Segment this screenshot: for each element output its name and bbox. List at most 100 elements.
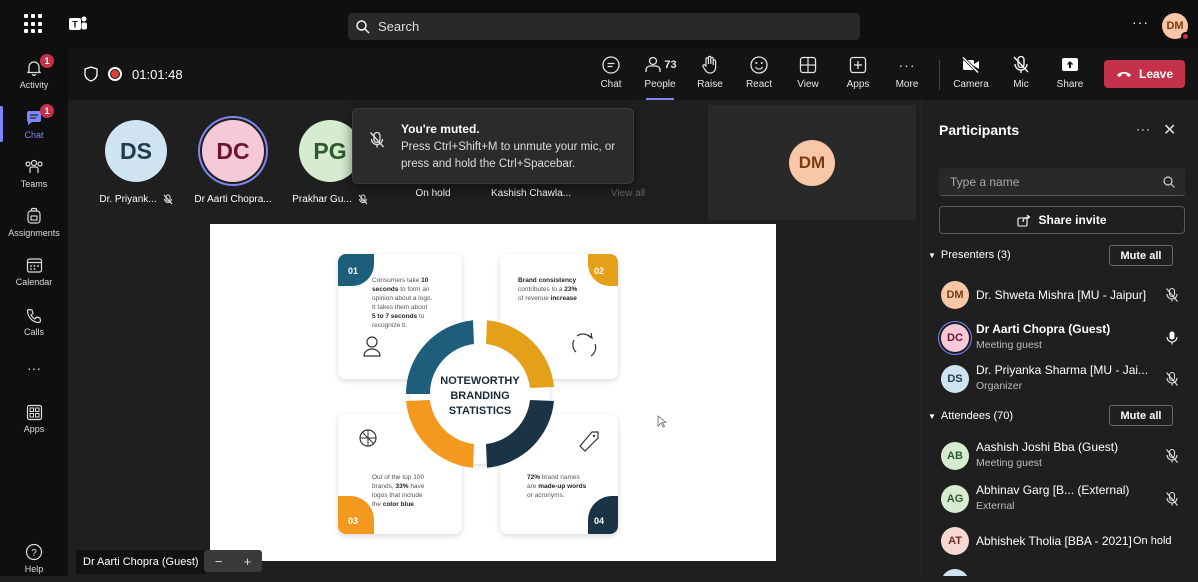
view-button[interactable]: View — [786, 54, 830, 96]
participant-row[interactable] — [939, 563, 1198, 576]
rail-activity[interactable]: Activity 1 — [0, 50, 68, 98]
mic-off-icon — [369, 131, 385, 148]
tool-label: People — [644, 79, 676, 90]
app-rail: Activity 1 Chat 1 Teams Assignments Cale… — [0, 48, 68, 576]
zoom-in-button[interactable]: + — [244, 554, 252, 569]
help-icon: ? — [25, 543, 43, 560]
participant-name: Dr. Shweta Mishra [MU - Jaipur] — [976, 288, 1147, 302]
rail-teams[interactable]: Teams — [0, 149, 68, 197]
participant-name: Dr Aarti Chopra (Guest) — [976, 322, 1111, 336]
camera-button[interactable]: Camera — [949, 54, 993, 96]
people-button[interactable]: 73 People — [638, 54, 682, 100]
participant-name: Abhinav Garg [B... (External) — [976, 483, 1130, 497]
avatar: DC — [941, 324, 969, 352]
people-icon — [645, 56, 662, 72]
react-button[interactable]: React — [737, 54, 781, 96]
share-button[interactable]: Share — [1048, 54, 1092, 96]
participant-row[interactable]: AG Abhinav Garg [B... (External) Externa… — [939, 479, 1198, 519]
close-icon[interactable]: ✕ — [1163, 120, 1176, 140]
participant-tile[interactable]: On hold — [385, 188, 481, 199]
rail-calls[interactable]: Calls — [0, 298, 68, 346]
app-launcher-icon[interactable] — [24, 14, 44, 34]
more-options-icon[interactable]: ··· — [1132, 14, 1149, 30]
title-bar: T Search ··· DM — [0, 0, 1198, 48]
share-invite-button[interactable]: Share invite — [939, 206, 1185, 234]
layout-icon — [799, 56, 817, 74]
view-all-button[interactable]: View all — [584, 188, 672, 199]
avatar — [941, 569, 969, 576]
teams-logo-icon: T — [69, 16, 87, 30]
participant-search-input[interactable]: Type a name — [939, 168, 1185, 196]
search-placeholder: Type a name — [950, 174, 1020, 189]
avatar: DS — [941, 365, 969, 393]
zoom-out-button[interactable]: − — [215, 554, 223, 569]
participant-row[interactable]: DC Dr Aarti Chopra (Guest) Meeting guest — [939, 318, 1198, 358]
search-icon — [1163, 176, 1175, 188]
rail-chat[interactable]: Chat 1 — [0, 100, 68, 148]
infographic-slide: 01 02 03 04 NOTEWORTHY BRANDING STATISTI… — [338, 254, 668, 534]
more-button[interactable]: ··· More — [885, 54, 929, 96]
avatar: AT — [941, 527, 969, 555]
participant-tile-active[interactable]: DC Dr Aarti Chopra... — [185, 120, 281, 205]
mic-muted-icon — [1166, 371, 1178, 386]
presenter-name-label: Dr Aarti Chopra (Guest) — [76, 550, 206, 574]
mic-button[interactable]: Mic — [999, 54, 1043, 96]
mute-all-attendees-button[interactable]: Mute all — [1109, 405, 1173, 426]
self-video-tile[interactable]: DM — [708, 105, 916, 220]
mic-on-icon — [1166, 331, 1178, 345]
raise-hand-button[interactable]: Raise — [688, 54, 732, 96]
mic-muted-icon — [1166, 287, 1178, 302]
profile-avatar[interactable]: DM — [1162, 13, 1190, 41]
tool-label: Mic — [1013, 79, 1029, 90]
rail-apps[interactable]: Apps — [0, 395, 68, 443]
tool-label: Camera — [953, 79, 989, 90]
chat-button[interactable]: Chat — [589, 54, 633, 96]
rail-assignments[interactable]: Assignments — [0, 198, 68, 246]
tool-label: Apps — [846, 79, 870, 90]
tool-label: Raise — [697, 79, 723, 90]
mic-muted-icon — [163, 194, 173, 205]
profile-initials: DM — [1166, 20, 1184, 32]
search-bar[interactable]: Search — [348, 13, 860, 40]
presenters-section-header[interactable]: ▼ Presenters (3) — [928, 249, 1011, 261]
participant-row[interactable]: AT Abhishek Tholia [BBA - 2021] On hold — [939, 521, 1198, 561]
tool-label: View — [797, 79, 819, 90]
rail-more[interactable]: ··· — [0, 344, 68, 392]
avatar: DM — [941, 281, 969, 309]
shared-screen: 01 02 03 04 NOTEWORTHY BRANDING STATISTI… — [210, 224, 776, 561]
participant-name: Dr. Priyank... — [99, 194, 157, 205]
shield-icon[interactable] — [84, 66, 98, 82]
card-2-number: 02 — [594, 266, 604, 276]
avatar: DS — [105, 120, 167, 182]
panel-more-icon[interactable]: ··· — [1136, 122, 1151, 136]
backpack-icon — [27, 207, 41, 224]
apps-button[interactable]: Apps — [836, 54, 880, 96]
calendar-icon — [26, 258, 42, 273]
participant-tile[interactable]: Kashish Chawla... — [476, 188, 586, 199]
participant-name: On hold — [415, 188, 451, 199]
panel-title: Participants — [939, 122, 1020, 138]
svg-text:T: T — [72, 20, 78, 30]
participant-row[interactable]: AB Aashish Joshi Bba (Guest) Meeting gue… — [939, 436, 1198, 476]
participant-row[interactable]: DM Dr. Shweta Mishra [MU - Jaipur] — [939, 275, 1198, 315]
attendees-section-header[interactable]: ▼ Attendees (70) — [928, 410, 1013, 422]
svg-text:?: ? — [31, 548, 37, 559]
share-screen-icon — [1062, 58, 1078, 71]
tool-label: React — [745, 79, 773, 90]
mic-off-icon — [1013, 55, 1029, 73]
recording-icon — [108, 67, 122, 81]
card-3-number: 03 — [348, 516, 358, 526]
rail-calendar[interactable]: Calendar — [0, 248, 68, 296]
rail-help[interactable]: ? Help — [0, 534, 68, 582]
participant-tile[interactable]: DS Dr. Priyank... — [88, 120, 184, 205]
participant-row[interactable]: DS Dr. Priyanka Sharma [MU - Jai... Orga… — [939, 359, 1198, 399]
participant-role: Meeting guest — [976, 339, 1042, 351]
activity-badge: 1 — [40, 54, 54, 68]
participant-name: Aashish Joshi Bba (Guest) — [976, 440, 1119, 454]
people-count: 73 — [664, 59, 677, 71]
apps-icon — [26, 404, 42, 421]
leave-button[interactable]: Leave — [1104, 60, 1185, 88]
muted-notification: You're muted. Press Ctrl+Shift+M to unmu… — [352, 108, 634, 184]
mute-all-presenters-button[interactable]: Mute all — [1109, 245, 1173, 266]
avatar: AB — [941, 442, 969, 470]
